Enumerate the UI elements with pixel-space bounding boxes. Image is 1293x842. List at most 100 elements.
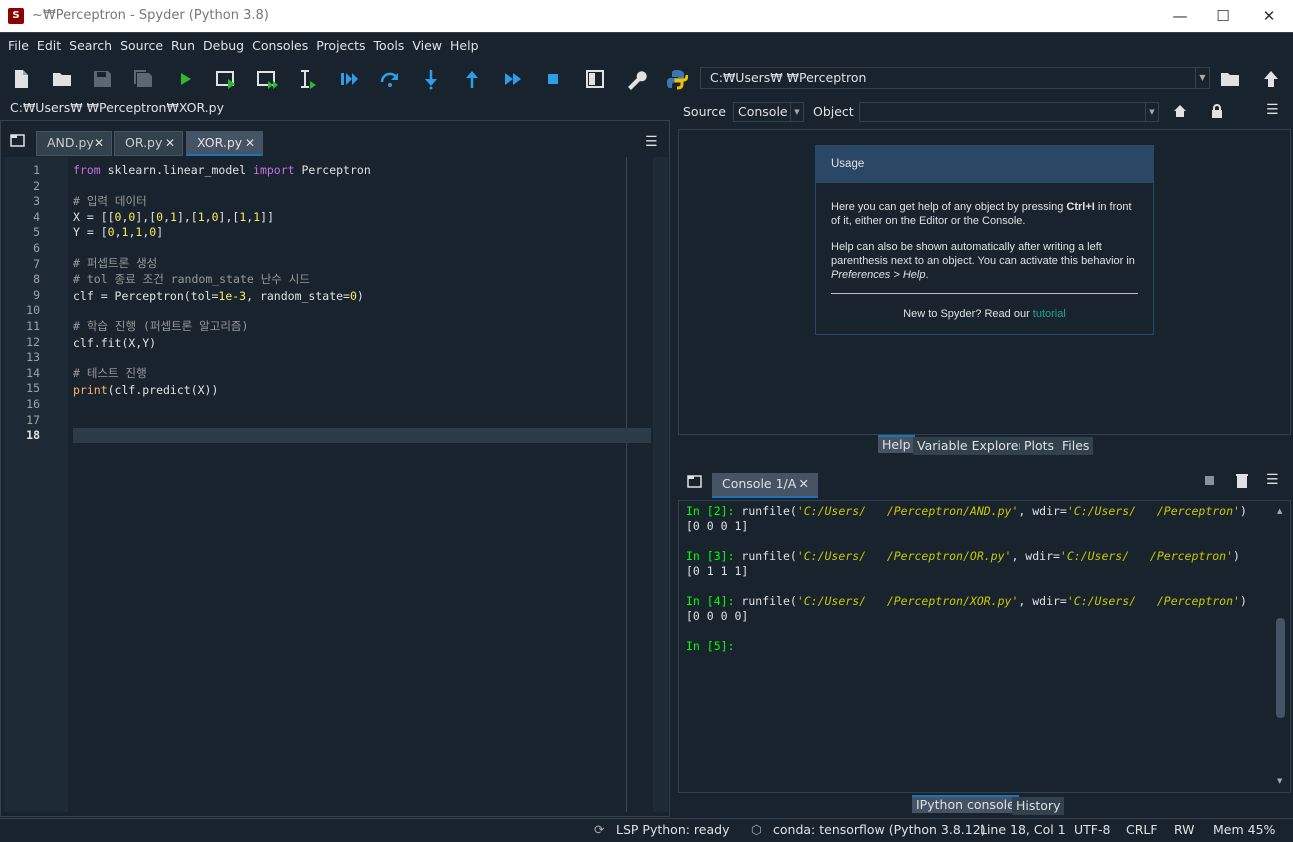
stop-icon[interactable] <box>1205 476 1214 485</box>
chevron-down-icon[interactable]: ▼ <box>1145 103 1158 121</box>
tab-plots[interactable]: Plots <box>1020 437 1059 455</box>
code-line-7: # 퍼셉트론 생성 <box>73 256 158 270</box>
preferences-wrench-icon[interactable] <box>623 66 649 92</box>
file-encoding: UTF-8 <box>1074 822 1111 837</box>
console-line: In [4]: runfile('C:/Users/ /Perceptron/X… <box>686 594 1247 608</box>
run-cell-advance-icon[interactable] <box>254 66 280 92</box>
line-number: 6 <box>33 241 40 255</box>
options-menu-icon[interactable]: ☰ <box>645 134 658 150</box>
console-line: [0 0 0 0] <box>686 609 749 623</box>
console-line: In [2]: runfile('C:/Users/ /Perceptron/A… <box>686 504 1247 518</box>
lsp-icon: ⟳ <box>594 822 605 837</box>
status-bar: ⟳ LSP Python: ready ⬡ conda: tensorflow … <box>0 818 1293 842</box>
save-icon[interactable] <box>89 66 115 92</box>
chevron-down-icon[interactable]: ▼ <box>1277 777 1282 785</box>
step-into-icon[interactable] <box>418 66 444 92</box>
object-label: Object <box>813 104 854 119</box>
run-cell-icon[interactable] <box>213 66 239 92</box>
title-bar: S ~₩Perceptron - Spyder (Python 3.8) — ☐… <box>0 0 1293 32</box>
browse-directory-icon[interactable] <box>1217 66 1243 92</box>
usage-title: Usage <box>816 146 1153 183</box>
menu-help[interactable]: Help <box>446 33 483 59</box>
debug-icon[interactable] <box>336 66 362 92</box>
console-line: [0 1 1 1] <box>686 564 749 578</box>
menu-consoles[interactable]: Consoles <box>248 33 312 59</box>
conda-env[interactable]: conda: tensorflow (Python 3.8.12) <box>773 819 986 841</box>
code-line-5: Y = [0,1,1,0] <box>73 225 164 239</box>
usage-text-2: Help can also be shown automatically aft… <box>831 241 1135 281</box>
tab-xor-py[interactable]: XOR.py ✕ <box>186 131 263 156</box>
line-number: 7 <box>33 256 40 271</box>
edge-line <box>626 157 627 812</box>
close-icon[interactable]: ✕ <box>94 132 104 154</box>
menu-run[interactable]: Run <box>167 33 199 59</box>
line-numbers: 1 2 3 4 5 6 7 8 9 10 11 12 13 14 15 16 17 18 <box>0 163 68 453</box>
chevron-down-icon[interactable]: ▼ <box>790 103 803 121</box>
browse-tabs-icon[interactable] <box>687 474 703 488</box>
options-menu-icon[interactable]: ☰ <box>1266 472 1279 488</box>
home-icon[interactable] <box>1173 103 1187 117</box>
tab-or-py[interactable]: OR.py ✕ <box>114 131 183 156</box>
tab-console-1a[interactable]: Console 1/A ✕ <box>712 473 818 498</box>
tab-files[interactable]: Files <box>1058 437 1094 455</box>
memory-usage: Mem 45% <box>1213 822 1276 837</box>
code-line-9: clf = Perceptron(tol=1e-3, random_state=… <box>73 289 364 303</box>
tab-ipython-console[interactable]: IPython console <box>912 795 1019 813</box>
tab-history[interactable]: History <box>1012 797 1065 815</box>
step-return-icon[interactable] <box>459 66 485 92</box>
step-over-icon[interactable] <box>377 66 403 92</box>
cursor-position: Line 18, Col 1 <box>980 822 1066 837</box>
menu-edit[interactable]: Edit <box>33 33 65 59</box>
source-combo[interactable]: Console ▼ <box>733 102 804 122</box>
minimize-button[interactable]: — <box>1157 4 1203 28</box>
console-prompt[interactable]: In [5]: <box>686 639 735 654</box>
code-line-3: # 입력 데이터 <box>73 194 147 208</box>
chevron-up-icon[interactable]: ▲ <box>1277 507 1282 515</box>
menu-debug[interactable]: Debug <box>199 33 248 59</box>
open-file-icon[interactable] <box>49 66 75 92</box>
tab-help[interactable]: Help <box>878 435 915 453</box>
chevron-down-icon[interactable]: ▼ <box>1195 68 1209 88</box>
line-number: 9 <box>33 287 40 302</box>
options-menu-icon[interactable]: ☰ <box>1266 102 1279 118</box>
new-file-icon[interactable] <box>8 66 34 92</box>
editor-scrollbar[interactable] <box>653 157 668 812</box>
browse-tabs-icon[interactable] <box>10 133 26 147</box>
tab-variable-explorer[interactable]: Variable Explorer <box>913 437 1028 455</box>
maximize-button[interactable]: ☐ <box>1200 4 1246 28</box>
close-icon[interactable]: ✕ <box>799 473 809 495</box>
console-pane[interactable] <box>678 500 1291 793</box>
menu-search[interactable]: Search <box>65 33 116 59</box>
help-toolbar: Source Console ▼ Object ▼ ☰ <box>677 98 1293 128</box>
python-path-icon[interactable] <box>664 66 690 92</box>
line-number: 10 <box>26 303 40 318</box>
lock-icon[interactable] <box>1210 103 1224 118</box>
working-directory-combo[interactable]: C:₩Users₩ ₩Perceptron ▼ <box>700 67 1210 89</box>
close-icon[interactable]: ✕ <box>165 132 175 154</box>
save-all-icon[interactable] <box>130 66 156 92</box>
parent-directory-icon[interactable] <box>1258 66 1284 92</box>
code-line-14: # 테스트 진행 <box>73 366 147 380</box>
object-input[interactable]: ▼ <box>859 102 1159 122</box>
tutorial-link[interactable]: tutorial <box>1033 308 1066 320</box>
menu-file[interactable]: File <box>4 33 33 59</box>
stop-icon[interactable] <box>540 66 566 92</box>
maximize-pane-icon[interactable] <box>582 66 608 92</box>
close-icon[interactable]: ✕ <box>245 132 255 154</box>
run-icon[interactable] <box>172 66 198 92</box>
menu-tools[interactable]: Tools <box>370 33 409 59</box>
close-button[interactable]: ✕ <box>1246 4 1292 28</box>
menu-view[interactable]: View <box>408 33 446 59</box>
current-line-highlight <box>73 428 651 443</box>
console-scroll-thumb[interactable] <box>1276 618 1285 718</box>
menu-source[interactable]: Source <box>116 33 167 59</box>
line-number: 17 <box>26 412 40 427</box>
continue-icon[interactable] <box>500 66 526 92</box>
line-number: 8 <box>33 272 40 287</box>
line-number: 15 <box>26 381 40 396</box>
trash-icon[interactable] <box>1236 473 1248 488</box>
tab-and-py[interactable]: AND.py ✕ <box>36 131 112 156</box>
run-selection-icon[interactable] <box>295 66 321 92</box>
menu-projects[interactable]: Projects <box>312 33 369 59</box>
menu-bar: File Edit Search Source Run Debug Consoles Proj… <box>0 32 1293 58</box>
